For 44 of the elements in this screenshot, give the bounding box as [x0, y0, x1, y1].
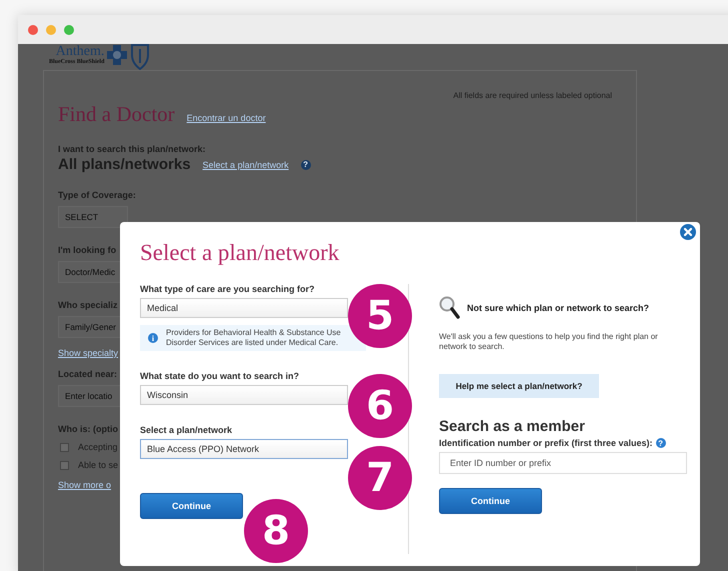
checkbox-label: Accepting [78, 442, 118, 452]
field-label: Located near: [58, 369, 118, 379]
cross-and-shield-icon [106, 44, 150, 70]
language-link[interactable]: Encontrar un doctor [186, 113, 266, 123]
continue-button[interactable]: Continue [140, 493, 243, 519]
plan-label: I want to search this plan/network: [58, 144, 206, 154]
help-icon[interactable]: ? [300, 160, 311, 170]
field-label: Who is: (optio [58, 424, 118, 434]
checkbox-label: Able to se [78, 460, 118, 470]
member-heading: Search as a member [439, 418, 586, 435]
select-plan-link[interactable]: Select a plan/network [202, 160, 289, 170]
question-label: Select a plan/network [140, 425, 234, 435]
question-label: What type of care are you searching for? [140, 284, 316, 294]
field-label: I'm looking fo [58, 245, 116, 255]
info-text: Providers for Behavioral Health & Substance Use Disorder Services are listed under Medical Care. [166, 328, 342, 348]
question-label: What state do you want to search in? [140, 371, 300, 381]
select-field[interactable]: Blue Access (PPO) Network [140, 439, 348, 459]
help-select-button[interactable]: Help me select a plan/network? [439, 374, 599, 398]
info-icon: i [148, 333, 158, 343]
member-id-field[interactable]: Enter ID number or prefix [439, 452, 687, 474]
select-field[interactable]: SELECT [58, 206, 128, 228]
show-more-link[interactable]: Show more o [58, 480, 112, 490]
continue-button[interactable]: Continue [439, 488, 542, 514]
maximize-window-icon[interactable] [64, 24, 74, 34]
plan-value: All plans/networks [58, 156, 191, 173]
help-heading: Not sure which plan or network to search? [467, 303, 650, 313]
close-icon[interactable] [680, 224, 696, 240]
minimize-window-icon[interactable] [46, 24, 56, 34]
checkbox[interactable] [60, 442, 69, 452]
field-label: Type of Coverage: [58, 190, 136, 200]
page-title: Find a Doctor [58, 102, 175, 127]
help-icon[interactable]: ? [656, 438, 666, 448]
search-icon [439, 296, 461, 320]
required-note: All fields are required unless labeled optional [452, 91, 613, 100]
member-id-label: Identification number or prefix (first three values): [439, 438, 653, 448]
select-field[interactable]: Wisconsin [140, 385, 348, 405]
checkbox[interactable] [60, 460, 69, 470]
dialog-title: Select a plan/network [140, 240, 340, 266]
select-field[interactable]: Medical [140, 298, 348, 318]
field-label: Who specializ [58, 300, 118, 310]
help-text: We'll ask you a few questions to help you find the right plan or network to search. [439, 332, 659, 352]
close-window-icon[interactable] [28, 24, 38, 34]
logo-name: Anthem. [56, 44, 104, 59]
show-more-link[interactable]: Show specialty [58, 348, 118, 358]
